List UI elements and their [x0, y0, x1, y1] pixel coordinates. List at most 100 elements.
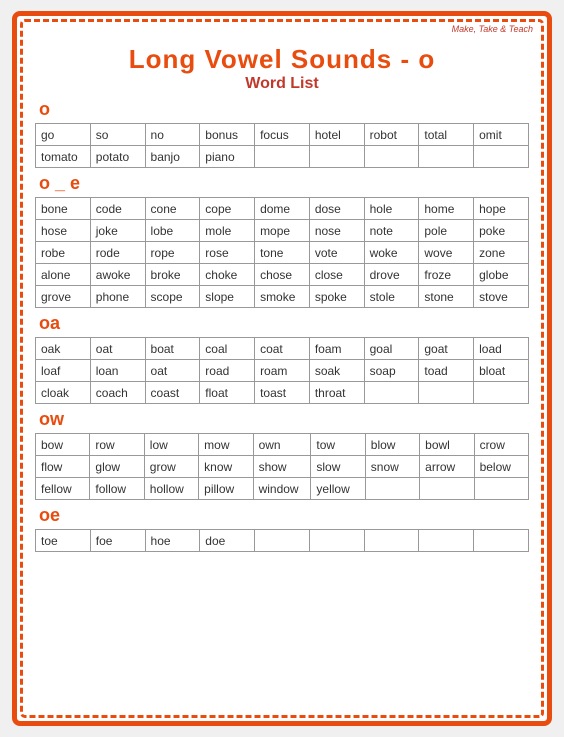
table-cell: float — [200, 382, 255, 404]
table-cell: alone — [36, 264, 91, 286]
table-cell: hollow — [144, 478, 198, 500]
table-cell: cloak — [36, 382, 91, 404]
table-cell: chose — [255, 264, 310, 286]
table-cell: foe — [90, 530, 145, 552]
table-cell: focus — [255, 124, 310, 146]
table-cell: below — [474, 456, 528, 478]
section-table-2: oakoatboatcoalcoatfoamgoalgoatloadloaflo… — [35, 337, 529, 404]
main-title: Long Vowel Sounds - o — [35, 44, 529, 75]
page: Make, Take & Teach Long Vowel Sounds - o… — [12, 11, 552, 726]
table-cell: choke — [200, 264, 255, 286]
table-cell: rope — [145, 242, 200, 264]
table-cell: arrow — [420, 456, 474, 478]
table-cell: crow — [474, 434, 528, 456]
table-cell — [420, 478, 474, 500]
table-cell: zone — [474, 242, 529, 264]
table-cell: coast — [145, 382, 200, 404]
table-cell: awoke — [90, 264, 145, 286]
table-cell: grow — [144, 456, 198, 478]
table-row: cloakcoachcoastfloattoastthroat — [36, 382, 529, 404]
table-cell: toe — [36, 530, 91, 552]
section-label-1: o _ e — [39, 173, 529, 194]
table-row: flowglowgrowknowshowslowsnowarrowbelow — [36, 456, 529, 478]
watermark: Make, Take & Teach — [452, 24, 533, 34]
section-label-4: oe — [39, 505, 529, 526]
table-cell: bonus — [200, 124, 255, 146]
table-cell — [474, 382, 529, 404]
table-cell: vote — [309, 242, 364, 264]
table-row: loafloanoatroadroamsoaksoaptoadbloat — [36, 360, 529, 382]
table-cell: globe — [474, 264, 529, 286]
table-cell: hose — [36, 220, 91, 242]
table-cell: follow — [90, 478, 144, 500]
table-cell: stole — [364, 286, 419, 308]
table-cell: loaf — [36, 360, 91, 382]
table-cell — [255, 146, 310, 168]
table-cell: loan — [90, 360, 145, 382]
table-cell: nose — [309, 220, 364, 242]
table-cell: blow — [365, 434, 419, 456]
table-cell — [365, 478, 419, 500]
table-cell — [309, 530, 364, 552]
table-cell: yellow — [311, 478, 365, 500]
table-cell: drove — [364, 264, 419, 286]
table-cell: bowl — [420, 434, 474, 456]
table-cell: show — [253, 456, 311, 478]
table-cell: tone — [255, 242, 310, 264]
section-table-4: toefoehoedoe — [35, 529, 529, 552]
table-cell: code — [90, 198, 145, 220]
table-cell: close — [309, 264, 364, 286]
section-table-3: bowrowlowmowowntowblowbowlcrowflowglowgr… — [35, 433, 529, 500]
table-cell: fellow — [36, 478, 90, 500]
table-cell: window — [253, 478, 311, 500]
table-cell: cone — [145, 198, 200, 220]
table-cell — [364, 146, 419, 168]
table-cell: mow — [199, 434, 253, 456]
table-cell: hotel — [309, 124, 364, 146]
sections-container: ogosonobonusfocushotelrobottotalomittoma… — [35, 99, 529, 552]
section-label-3: ow — [39, 409, 529, 430]
table-row: toefoehoedoe — [36, 530, 529, 552]
table-cell: row — [90, 434, 144, 456]
table-cell: hole — [364, 198, 419, 220]
table-cell: stone — [419, 286, 474, 308]
table-cell: slope — [200, 286, 255, 308]
table-cell: home — [419, 198, 474, 220]
table-row: oakoatboatcoalcoatfoamgoalgoatload — [36, 338, 529, 360]
table-cell: bow — [36, 434, 90, 456]
table-cell — [419, 382, 474, 404]
table-cell: go — [36, 124, 91, 146]
table-cell: omit — [474, 124, 529, 146]
table-cell — [419, 530, 474, 552]
table-cell: coach — [90, 382, 145, 404]
table-row: hosejokelobemolemopenosenotepolepoke — [36, 220, 529, 242]
table-cell: mole — [200, 220, 255, 242]
table-cell — [419, 146, 474, 168]
table-cell: roam — [255, 360, 310, 382]
table-cell: bloat — [474, 360, 529, 382]
table-row: fellowfollowhollowpillowwindowyellow — [36, 478, 529, 500]
table-cell: poke — [474, 220, 529, 242]
table-cell: total — [419, 124, 474, 146]
table-cell: road — [200, 360, 255, 382]
table-cell: spoke — [309, 286, 364, 308]
table-row: tomatopotatobanjopiano — [36, 146, 529, 168]
table-cell: soak — [309, 360, 364, 382]
table-cell: coal — [200, 338, 255, 360]
table-cell: piano — [200, 146, 255, 168]
table-cell: throat — [309, 382, 364, 404]
table-cell: own — [253, 434, 311, 456]
table-cell: know — [199, 456, 253, 478]
table-cell: hoe — [145, 530, 200, 552]
table-row: gosonobonusfocushotelrobottotalomit — [36, 124, 529, 146]
table-cell: tomato — [36, 146, 91, 168]
table-cell: doe — [200, 530, 255, 552]
table-cell: lobe — [145, 220, 200, 242]
table-cell: soap — [364, 360, 419, 382]
table-cell: load — [474, 338, 529, 360]
table-row: grovephonescopeslopesmokespokestolestone… — [36, 286, 529, 308]
table-cell: broke — [145, 264, 200, 286]
table-cell: dome — [255, 198, 310, 220]
table-cell: froze — [419, 264, 474, 286]
table-cell: pole — [419, 220, 474, 242]
